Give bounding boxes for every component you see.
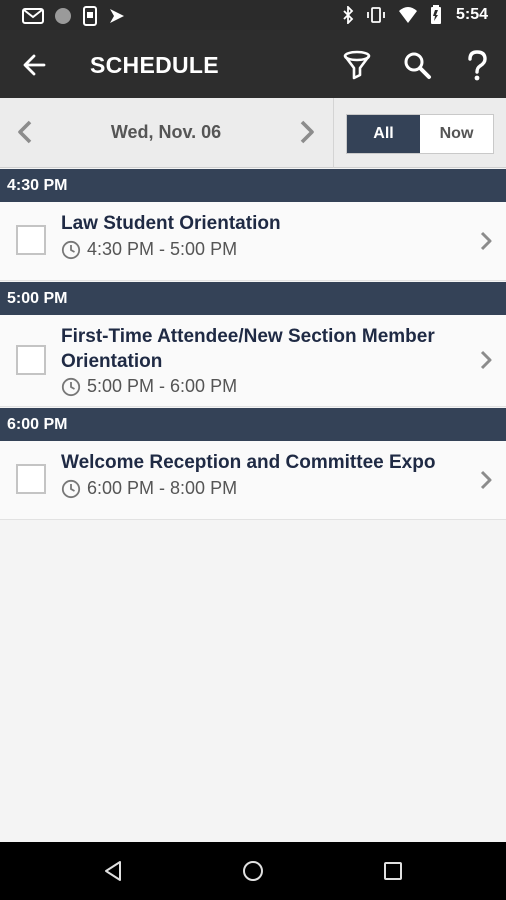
filter-button[interactable] — [340, 48, 374, 82]
event-time: 4:30 PM - 5:00 PM — [87, 239, 238, 259]
chevron-right-icon — [300, 120, 314, 144]
status-bar: 5:54 — [0, 0, 506, 30]
chevron-right-icon — [480, 231, 492, 251]
next-day-button[interactable] — [292, 118, 320, 146]
page-title: SCHEDULE — [90, 52, 219, 78]
event-title: Law Student Orientation — [61, 213, 281, 234]
recents-nav-icon — [384, 862, 402, 880]
chevron-right-icon — [480, 470, 492, 490]
bluetooth-icon — [343, 6, 354, 24]
time-section-header: 4:30 PM — [0, 169, 506, 202]
time-filter-toggle: All Now — [346, 114, 494, 154]
back-nav-icon — [105, 861, 121, 881]
event-checkbox[interactable] — [16, 464, 46, 494]
vibrate-icon — [367, 7, 385, 23]
time-section-header: 5:00 PM — [0, 282, 506, 315]
event-time-line: 6:00 PM - 8:00 PM — [61, 478, 237, 499]
event-time-line: 4:30 PM - 5:00 PM — [61, 239, 237, 260]
event-row[interactable]: Welcome Reception and Committee Expo 6:0… — [0, 441, 506, 520]
app-bar: SCHEDULE — [0, 30, 506, 98]
clock-icon — [61, 240, 81, 259]
event-time-line: 5:00 PM - 6:00 PM — [61, 376, 237, 397]
clock: 5:54 — [455, 6, 488, 23]
event-time: 6:00 PM - 8:00 PM — [87, 478, 238, 498]
home-nav-button[interactable] — [241, 859, 265, 883]
filter-icon — [343, 50, 371, 80]
event-checkbox[interactable] — [16, 345, 46, 375]
flag-icon — [110, 9, 124, 23]
search-icon — [404, 52, 431, 79]
event-time: 5:00 PM - 6:00 PM — [87, 376, 238, 396]
help-icon — [468, 50, 487, 81]
divider — [333, 98, 334, 168]
system-navigation-bar — [0, 842, 506, 900]
current-date: Wed, Nov. 06 — [110, 122, 222, 142]
filter-now-button[interactable]: Now — [420, 115, 493, 153]
chevron-left-icon — [18, 120, 32, 144]
event-title: First-Time Attendee/New Section Member O… — [61, 326, 435, 372]
previous-day-button[interactable] — [12, 118, 40, 146]
wifi-icon — [398, 7, 417, 23]
chevron-right-icon — [480, 350, 492, 370]
back-nav-button[interactable] — [101, 859, 125, 883]
clock-icon — [61, 377, 81, 396]
search-button[interactable] — [400, 48, 434, 82]
arrow-left-icon — [23, 54, 46, 76]
event-row[interactable]: First-Time Attendee/New Section Member O… — [0, 315, 506, 407]
home-nav-icon — [243, 861, 263, 881]
time-section-header: 6:00 PM — [0, 408, 506, 441]
battery-icon — [430, 5, 441, 24]
phone-icon — [83, 6, 97, 26]
event-row[interactable]: Law Student Orientation 4:30 PM - 5:00 P… — [0, 202, 506, 281]
gmail-icon — [22, 8, 44, 24]
help-button[interactable] — [460, 48, 494, 82]
clock-icon — [61, 479, 81, 498]
recents-nav-button[interactable] — [381, 859, 405, 883]
filter-all-button[interactable]: All — [347, 115, 420, 153]
event-title: Welcome Reception and Committee Expo — [61, 452, 436, 473]
event-checkbox[interactable] — [16, 225, 46, 255]
circle-icon — [55, 8, 71, 24]
back-button[interactable] — [18, 48, 52, 82]
